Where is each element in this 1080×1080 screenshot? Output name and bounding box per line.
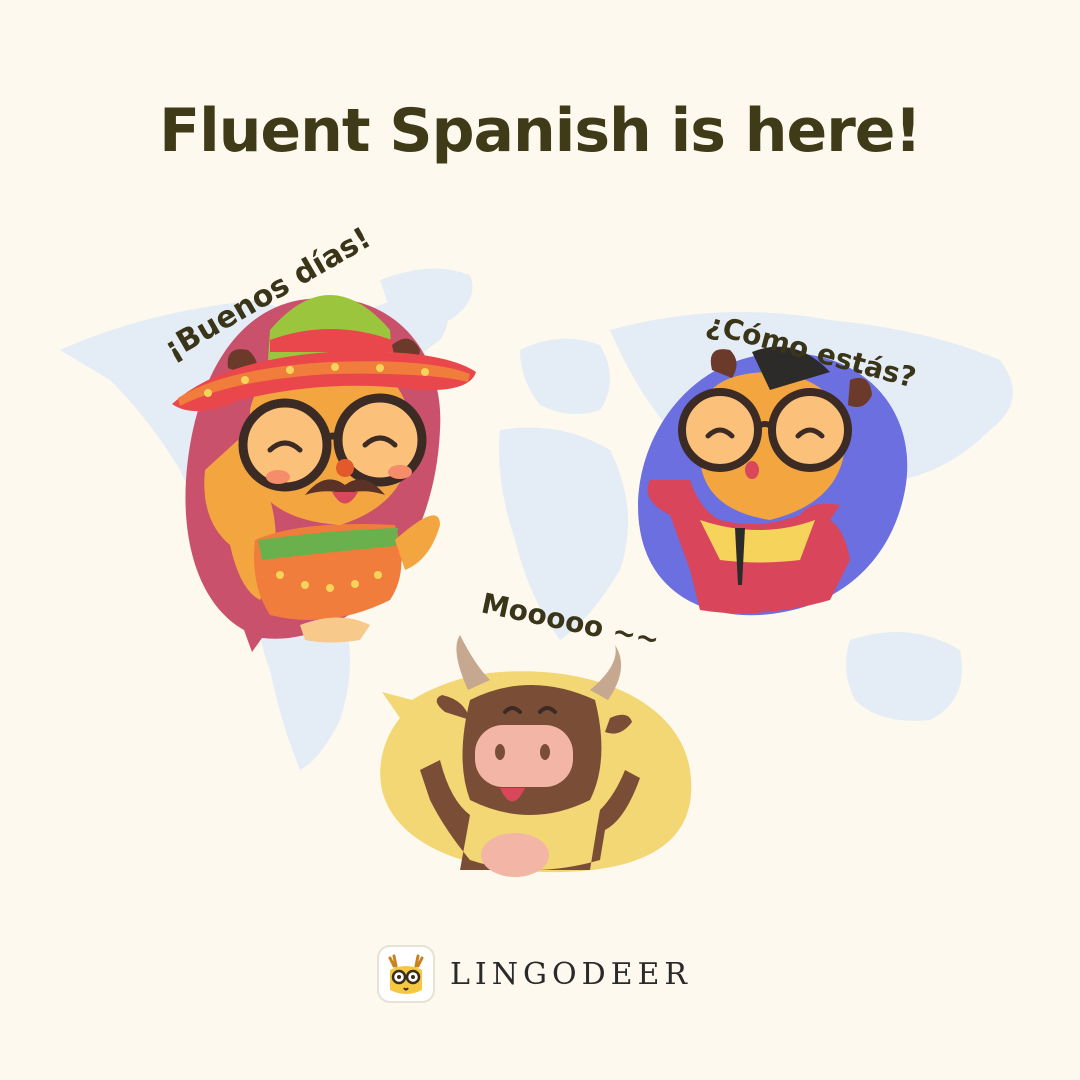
- illustration: ¡Buenos días! ¿Cómo estás? Mooooo ~~: [60, 221, 1013, 877]
- brand-logo: LINGODEER: [376, 944, 692, 1004]
- brand-name: LINGODEER: [450, 956, 693, 992]
- deer-with-glasses-icon: [377, 945, 435, 1003]
